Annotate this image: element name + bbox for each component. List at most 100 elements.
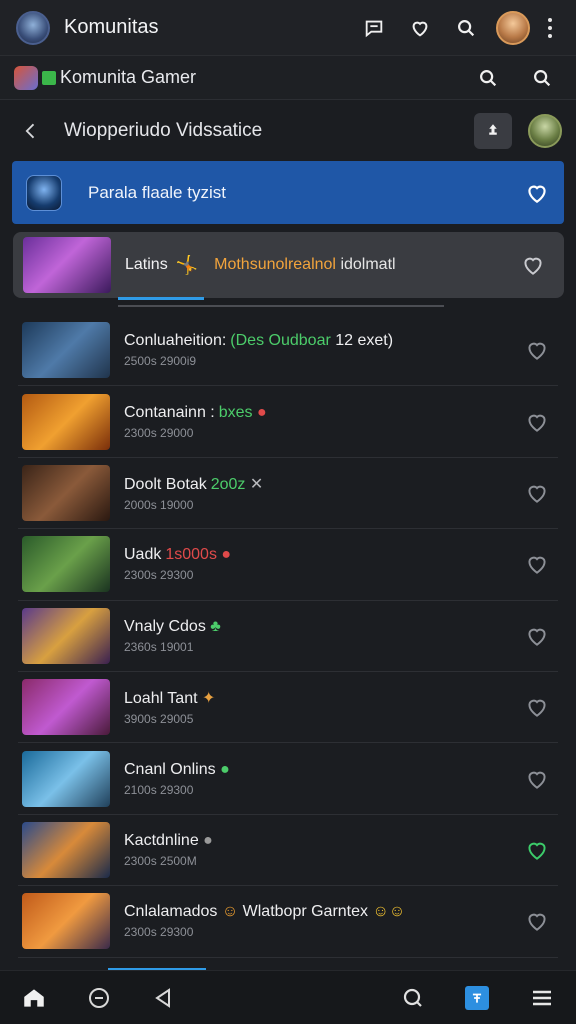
profile-avatar[interactable] [528,114,562,148]
verified-icon [42,70,56,85]
featured-label: Latins [125,256,168,273]
item-thumbnail [22,536,110,593]
item-meta: 2300s 29300 [124,925,194,940]
heart-icon[interactable] [524,551,550,577]
item-accent: Wlatbopr Garntex [242,903,369,921]
community-app-icon [14,65,38,90]
heart-icon[interactable] [524,409,550,435]
item-accent-2: 12 exet) [335,332,394,350]
heart-icon[interactable] [524,694,550,720]
featured-emoji: 🤸 [175,254,199,275]
pinned-banner[interactable]: Parala flaale tyzist [12,161,564,224]
item-name: Contanainn : [124,403,215,421]
heart-icon[interactable] [524,480,550,506]
top-app-bar: Komunitas [0,0,576,56]
item-accent: bxes [218,403,253,421]
list-item[interactable]: Cnanl Onlins ● 2100s 29300 [18,743,558,815]
item-accent: 1s000s [165,546,217,564]
heart-icon[interactable] [524,623,550,649]
orange-badge-icon: ✦ [202,690,216,708]
list-item[interactable]: Conluaheition: (Des Oudboar 12 exet) 2500… [18,315,558,387]
back-triangle-icon[interactable] [143,978,183,1018]
item-meta: 2300s 2500M [124,853,197,868]
banner-text: Parala flaale tyzist [88,182,226,202]
close-icon: ✕ [249,475,264,493]
menu-icon[interactable] [522,978,562,1018]
list-item[interactable]: Contanainn : bxes ● 2300s 29000 [18,386,558,458]
item-meta: 2500s 2900i9 [124,354,197,369]
heart-icon[interactable] [524,766,550,792]
item-meta: 2360s 19001 [124,639,194,654]
list-item[interactable]: Doolt Botak 2o0z ✕ 2000s 19000 [18,458,558,530]
chat-icon[interactable] [354,8,394,48]
search-icon[interactable] [446,8,486,48]
app-title: Komunitas [64,16,159,38]
item-meta: 3900s 29005 [124,712,194,727]
heart-icon[interactable] [524,337,550,363]
item-name: Vnaly Cdos [124,617,206,635]
page-title: Wiopperiudo Vidssatice [64,120,263,141]
item-thumbnail [22,607,110,664]
bottom-navigation [0,970,576,1024]
gray-badge-icon: ● [203,831,213,849]
list-item[interactable]: Loahl Tant ✦ 3900s 29005 [18,672,558,744]
item-name: Kactdnline [124,831,199,849]
item-thumbnail [22,821,110,878]
heart-icon[interactable] [524,837,550,863]
item-thumbnail [22,464,110,521]
heart-icon[interactable] [400,8,440,48]
divider [118,305,444,307]
red-badge-icon: ● [256,403,267,421]
pin-button[interactable] [474,113,512,149]
list-item[interactable]: Vnaly Cdos ♣ 2360s 19001 [18,601,558,672]
item-accent: 2o0z [210,475,246,493]
list-item[interactable]: Cnlalamados ☺ Wlatbopr Garntex ☺☺ 2300s … [18,886,558,958]
item-thumbnail [22,393,110,450]
heart-icon[interactable] [524,908,550,934]
item-name: Cnanl Onlins [124,760,216,778]
home-icon[interactable] [14,978,54,1018]
item-name: Uadk [124,546,162,564]
community-tab-icon[interactable] [457,978,497,1018]
item-accent: (Des Oudboar [230,332,331,350]
list-item[interactable]: Kactdnline ● 2300s 2500M [18,815,558,887]
community-avatar[interactable] [16,10,50,45]
item-meta: 2300s 29000 [124,425,194,440]
item-thumbnail [22,679,110,736]
explore-search-icon[interactable] [393,978,433,1018]
back-icon[interactable] [14,114,48,148]
green-badge-icon: ♣ [210,617,221,635]
minus-circle-icon[interactable] [79,978,119,1018]
pin-icon [489,124,497,135]
page-header: Wiopperiudo Vidssatice [0,104,576,158]
item-thumbnail [22,750,110,807]
community-title: Komunita Gamer [60,67,197,87]
banner-thumbnail [26,174,62,211]
active-tab-indicator [118,297,204,300]
item-name: Cnlalamados [124,903,218,921]
item-name: Conluaheition: [124,332,227,350]
smile-icon: ☺☺ [372,903,406,921]
more-options-icon[interactable] [540,8,560,48]
green-badge-icon: ● [220,760,230,778]
user-avatar[interactable] [496,10,530,45]
featured-subtitle: Mothsunolrealnol idolmatl [214,256,520,274]
item-thumbnail [22,893,110,950]
heart-icon[interactable] [520,252,546,278]
item-meta: 2300s 29300 [124,568,194,583]
search-icon[interactable] [522,58,562,98]
game-list: Conluaheition: (Des Oudboar 12 exet) 2500… [18,315,558,958]
heart-icon[interactable] [524,180,550,206]
list-item[interactable]: Uadk 1s000s ● 2300s 29300 [18,529,558,601]
featured-thumbnail [23,237,111,293]
red-badge-icon: ● [221,546,232,564]
item-thumbnail [22,322,110,379]
item-name: Loahl Tant [124,690,198,708]
item-meta: 2100s 29300 [124,782,194,797]
smile-icon: ☺ [221,903,239,921]
featured-orange-text: Mothsunolrealnol [214,256,336,273]
featured-item[interactable]: Latins 🤸 Mothsunolrealnol idolmatl [13,232,564,298]
item-meta: 2000s 19000 [124,497,194,512]
search-icon[interactable] [468,58,508,98]
community-sub-bar: Komunita Gamer [0,56,576,100]
